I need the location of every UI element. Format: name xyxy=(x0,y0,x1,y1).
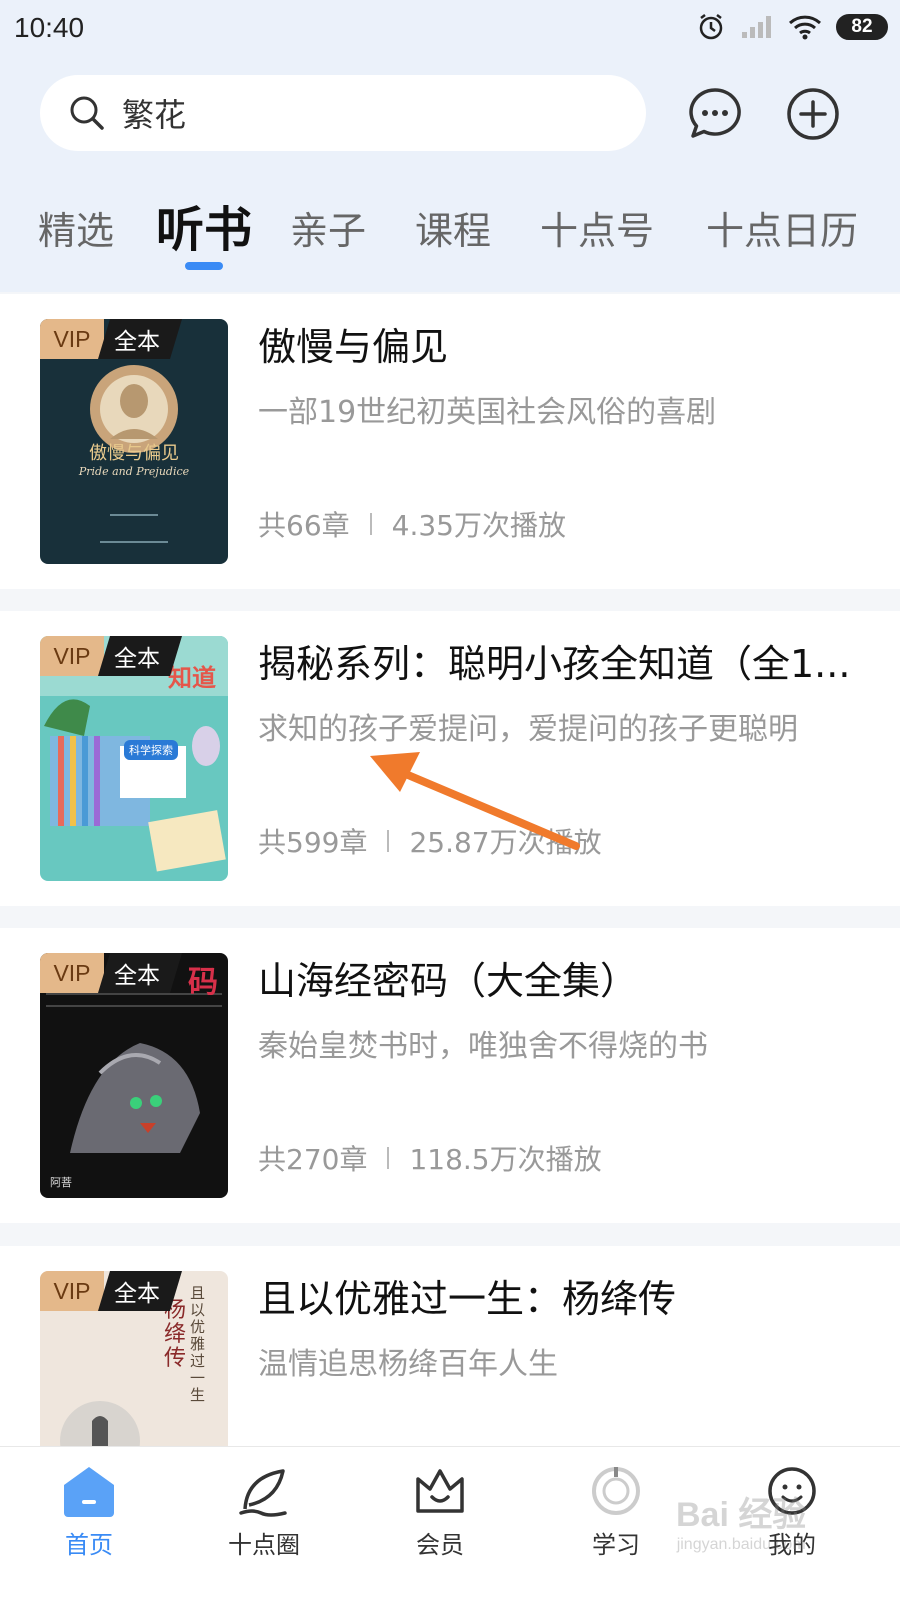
battery-indicator: 82 xyxy=(836,14,888,40)
message-button[interactable] xyxy=(687,86,743,142)
book-meta: 共270章 118.5万次播放 xyxy=(258,1138,602,1178)
cover-author: 阿菩 xyxy=(50,1176,72,1189)
book-badge: VIP 全本 xyxy=(40,636,182,676)
complete-badge: 全本 xyxy=(98,1271,182,1311)
book-card[interactable]: 知道 科学探索 VIP 全本 揭秘系列：聪明小孩全知道（全1... 求知的孩子爱… xyxy=(0,611,900,906)
search-icon xyxy=(70,96,104,130)
cover-title: 且以优雅过一生 xyxy=(190,1284,206,1404)
status-bar: 10:40 82 xyxy=(0,0,900,60)
book-description: 秦始皇焚书时，唯独舍不得烧的书 xyxy=(258,1029,708,1064)
book-title[interactable]: 傲慢与偏见 xyxy=(258,316,860,371)
cover-title: 傲慢与偏见 xyxy=(89,443,179,464)
home-icon xyxy=(64,1467,114,1517)
play-count: 25.87万次播放 xyxy=(409,826,602,859)
play-count: 118.5万次播放 xyxy=(409,1143,602,1176)
tab-parenting[interactable]: 亲子 xyxy=(290,200,366,255)
meta-divider xyxy=(387,1147,390,1169)
book-cover[interactable]: 知道 科学探索 VIP 全本 xyxy=(40,636,228,881)
cover-title: 码 xyxy=(188,965,218,1000)
book-meta: 共599章 25.87万次播放 xyxy=(258,821,602,861)
nav-member[interactable]: 会员 xyxy=(380,1465,500,1585)
chat-bubble-icon xyxy=(689,88,741,138)
nav-circle[interactable]: 十点圈 xyxy=(204,1465,324,1585)
book-badge: VIP 全本 xyxy=(40,319,182,359)
crown-icon xyxy=(416,1469,464,1513)
signal-icon xyxy=(742,16,771,38)
chapter-count: 共66章 xyxy=(258,509,350,542)
vip-badge: VIP xyxy=(40,953,104,993)
vip-badge: VIP xyxy=(40,319,104,359)
add-button[interactable] xyxy=(785,86,841,142)
chapter-count: 共599章 xyxy=(258,826,368,859)
book-description: 温情追思杨绛百年人生 xyxy=(258,1347,558,1382)
active-tab-indicator xyxy=(185,262,223,270)
nav-home[interactable]: 首页 xyxy=(29,1465,149,1585)
category-tabs: 精选 听书 亲子 课程 十点号 十点日历 xyxy=(0,190,900,280)
meta-divider xyxy=(387,830,390,852)
book-description: 求知的孩子爱提问，爱提问的孩子更聪明 xyxy=(258,712,798,747)
watermark-logo: Bai 经验 xyxy=(676,1496,807,1534)
nav-study-label: 学习 xyxy=(592,1531,640,1559)
nav-home-label: 首页 xyxy=(65,1531,113,1559)
tab-featured[interactable]: 精选 xyxy=(38,200,114,255)
leaf-icon xyxy=(239,1469,287,1517)
book-title[interactable]: 山海经密码（大全集） xyxy=(258,950,860,1005)
book-description: 一部19世纪初英国社会风俗的喜剧 xyxy=(258,395,717,430)
chapter-count: 共270章 xyxy=(258,1143,368,1176)
book-card[interactable]: 码 阿菩 VIP 全本 山海经密码（大全集） 秦始皇焚书时，唯独舍不得烧的书 共… xyxy=(0,928,900,1223)
play-count: 4.35万次播放 xyxy=(391,509,566,542)
nav-circle-label: 十点圈 xyxy=(228,1531,300,1559)
book-badge: VIP 全本 xyxy=(40,953,182,993)
book-badge: VIP 全本 xyxy=(40,1271,182,1311)
tab-shidian-calendar[interactable]: 十点日历 xyxy=(706,200,858,255)
meta-divider xyxy=(369,513,372,535)
book-cover[interactable]: 傲慢与偏见 Pride and Prejudice VIP 全本 xyxy=(40,319,228,564)
book-title[interactable]: 揭秘系列：聪明小孩全知道（全1... xyxy=(258,633,860,688)
watermark: Bai 经验 jingyan.baidu.com xyxy=(676,1487,806,1554)
book-card[interactable]: 傲慢与偏见 Pride and Prejudice VIP 全本 傲慢与偏见 一… xyxy=(0,294,900,589)
complete-badge: 全本 xyxy=(98,319,182,359)
vip-badge: VIP xyxy=(40,1271,104,1311)
book-cover[interactable]: 码 阿菩 VIP 全本 xyxy=(40,953,228,1198)
search-bar[interactable]: 繁花 xyxy=(40,75,646,151)
complete-badge: 全本 xyxy=(98,953,182,993)
cover-subtitle: Pride and Prejudice xyxy=(78,465,190,478)
bottom-nav: 首页 十点圈 会员 学习 我的 Bai 经验 jingyan.baidu.com xyxy=(0,1446,900,1600)
vip-badge: VIP xyxy=(40,636,104,676)
book-title[interactable]: 且以优雅过一生：杨绛传 xyxy=(258,1268,860,1323)
status-time: 10:40 xyxy=(14,12,85,43)
study-icon xyxy=(592,1467,640,1515)
tab-courses[interactable]: 课程 xyxy=(415,200,491,255)
complete-badge: 全本 xyxy=(98,636,182,676)
nav-study[interactable]: 学习 xyxy=(556,1465,676,1585)
book-meta: 共66章 4.35万次播放 xyxy=(258,504,566,544)
tab-audiobooks[interactable]: 听书 xyxy=(156,190,252,260)
search-text: 繁花 xyxy=(122,96,187,134)
alarm-icon xyxy=(699,14,723,40)
watermark-url: jingyan.baidu.com xyxy=(676,1536,806,1553)
plus-circle-icon xyxy=(787,88,839,140)
wifi-icon xyxy=(788,15,822,40)
nav-member-label: 会员 xyxy=(416,1531,464,1559)
tab-shidian-account[interactable]: 十点号 xyxy=(540,200,654,255)
header-area: 10:40 82 繁花 精选 听书 亲子 课程 十点号 十点日历 xyxy=(0,0,900,292)
cover-subtitle: 科学探索 xyxy=(124,740,178,760)
